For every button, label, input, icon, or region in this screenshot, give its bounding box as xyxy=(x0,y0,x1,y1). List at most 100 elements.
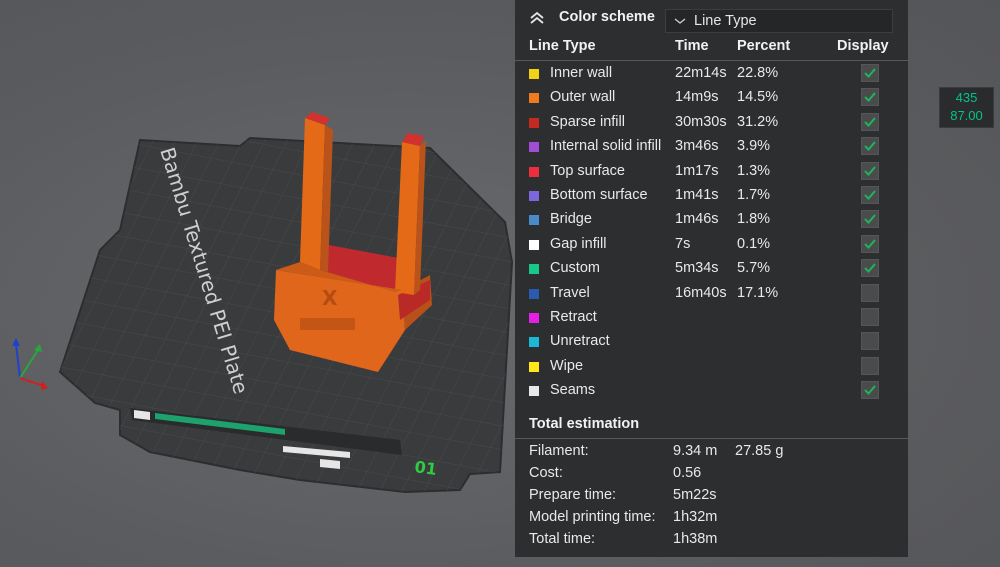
display-checkbox[interactable] xyxy=(861,234,879,253)
total-estimation-title: Total estimation xyxy=(529,416,640,432)
display-checkbox[interactable] xyxy=(861,64,879,82)
line-type-name: Custom xyxy=(550,260,600,277)
line-type-row: Inner wall 22m14s 22.8% xyxy=(515,62,908,86)
color-swatch xyxy=(529,69,539,79)
line-type-name: Unretract xyxy=(550,333,610,350)
prepare-time-value: 5m22s xyxy=(673,487,717,503)
color-swatch xyxy=(529,239,539,250)
display-checkbox[interactable] xyxy=(861,308,879,326)
display-checkbox[interactable] xyxy=(861,88,879,107)
line-type-time: 22m14s xyxy=(675,65,727,81)
color-swatch xyxy=(529,313,539,323)
display-checkbox[interactable] xyxy=(861,332,879,351)
model-printing-time-value: 1h32m xyxy=(673,509,718,525)
color-swatch xyxy=(529,337,539,348)
prepare-time-row: Prepare time: 5m22s xyxy=(515,487,908,509)
double-chevron-up-icon[interactable] xyxy=(529,11,545,25)
line-type-time: 5m34s xyxy=(675,260,719,277)
line-type-row: Gap infill 7s 0.1% xyxy=(515,233,908,257)
filament-length: 9.34 m xyxy=(673,443,718,459)
line-type-name: Retract xyxy=(550,309,597,325)
layer-readout: 435 87.00 xyxy=(939,87,994,128)
total-time-value: 1h38m xyxy=(673,531,718,547)
line-type-row: Internal solid infill 3m46s 3.9% xyxy=(515,135,908,159)
cost-row: Cost: 0.56 xyxy=(515,465,908,487)
header-divider xyxy=(515,60,908,61)
line-type-row: Seams xyxy=(515,379,908,403)
column-header-display: Display xyxy=(837,38,889,54)
line-type-percent: 1.3% xyxy=(737,162,771,179)
column-header-line-type: Line Type xyxy=(529,38,596,54)
line-type-name: Outer wall xyxy=(550,89,616,106)
chevron-down-icon xyxy=(674,18,686,24)
line-type-row: Travel 16m40s 17.1% xyxy=(515,282,908,306)
line-type-time: 1m17s xyxy=(675,162,719,179)
display-checkbox[interactable] xyxy=(861,112,879,131)
color-swatch xyxy=(529,93,539,104)
line-type-row: Sparse infill 30m30s 31.2% xyxy=(515,111,908,135)
filament-label: Filament: xyxy=(529,443,589,459)
svg-text:X: X xyxy=(322,286,338,310)
line-type-time: 1m46s xyxy=(675,211,719,228)
color-swatch xyxy=(529,264,539,275)
checkmark-icon xyxy=(864,117,876,127)
display-checkbox[interactable] xyxy=(861,161,879,180)
column-header-time: Time xyxy=(675,38,709,54)
color-swatch xyxy=(529,142,539,153)
line-type-row: Retract xyxy=(515,306,908,330)
color-swatch xyxy=(529,361,539,372)
prepare-time-label: Prepare time: xyxy=(529,487,617,503)
line-type-time: 30m30s xyxy=(675,113,727,130)
color-swatch xyxy=(529,386,539,397)
color-swatch xyxy=(529,191,539,201)
line-type-percent: 3.9% xyxy=(737,138,771,155)
display-checkbox[interactable] xyxy=(861,137,879,156)
cost-value: 0.56 xyxy=(673,465,702,481)
display-checkbox[interactable] xyxy=(861,186,879,204)
total-time-label: Total time: xyxy=(529,531,596,547)
checkmark-icon xyxy=(864,165,876,176)
line-type-row: Bottom surface 1m41s 1.7% xyxy=(515,184,908,208)
checkmark-icon xyxy=(864,68,876,78)
color-scheme-select[interactable]: Line Type xyxy=(665,9,893,33)
line-type-percent: 22.8% xyxy=(737,65,779,81)
line-type-name: Inner wall xyxy=(550,65,613,81)
line-type-name: Sparse infill xyxy=(550,113,625,130)
line-type-percent: 0.1% xyxy=(737,235,771,252)
model-printing-time-row: Model printing time: 1h32m xyxy=(515,509,908,531)
checkmark-icon xyxy=(864,385,876,396)
line-type-row: Outer wall 14m9s 14.5% xyxy=(515,86,908,110)
gcode-legend-panel: Color scheme Line Type Line Type Time Pe… xyxy=(515,0,908,557)
line-type-name: Bottom surface xyxy=(550,187,648,203)
line-type-percent: 31.2% xyxy=(737,113,779,130)
display-checkbox[interactable] xyxy=(861,381,879,400)
display-checkbox[interactable] xyxy=(861,210,879,229)
display-checkbox[interactable] xyxy=(861,283,879,302)
line-type-time: 7s xyxy=(675,235,691,252)
display-checkbox[interactable] xyxy=(861,259,879,278)
line-type-name: Seams xyxy=(550,382,596,399)
cost-label: Cost: xyxy=(529,465,563,481)
plate-number[interactable]: 01 xyxy=(413,457,438,479)
model-printing-time-label: Model printing time: xyxy=(529,509,656,525)
line-type-time: 3m46s xyxy=(675,138,719,155)
line-type-row: Custom 5m34s 5.7% xyxy=(515,257,908,281)
axes-gizmo xyxy=(12,338,48,390)
color-swatch xyxy=(529,215,539,226)
color-scheme-value: Line Type xyxy=(694,13,757,29)
display-checkbox[interactable] xyxy=(861,356,879,375)
line-type-name: Travel xyxy=(550,284,590,301)
color-swatch xyxy=(529,166,539,177)
line-type-time: 14m9s xyxy=(675,89,719,106)
total-time-row: Total time: 1h38m xyxy=(515,531,908,553)
line-type-row: Bridge 1m46s 1.8% xyxy=(515,208,908,232)
checkmark-icon xyxy=(864,141,876,152)
checkmark-icon xyxy=(864,92,876,103)
line-type-row: Wipe xyxy=(515,355,908,379)
filament-weight: 27.85 g xyxy=(735,443,784,459)
line-type-name: Bridge xyxy=(550,211,592,228)
layer-height: 87.00 xyxy=(950,108,983,123)
line-type-percent: 1.8% xyxy=(737,211,771,228)
filament-row: Filament: 9.34 m 27.85 g xyxy=(515,443,908,465)
layer-number: 435 xyxy=(955,90,978,105)
